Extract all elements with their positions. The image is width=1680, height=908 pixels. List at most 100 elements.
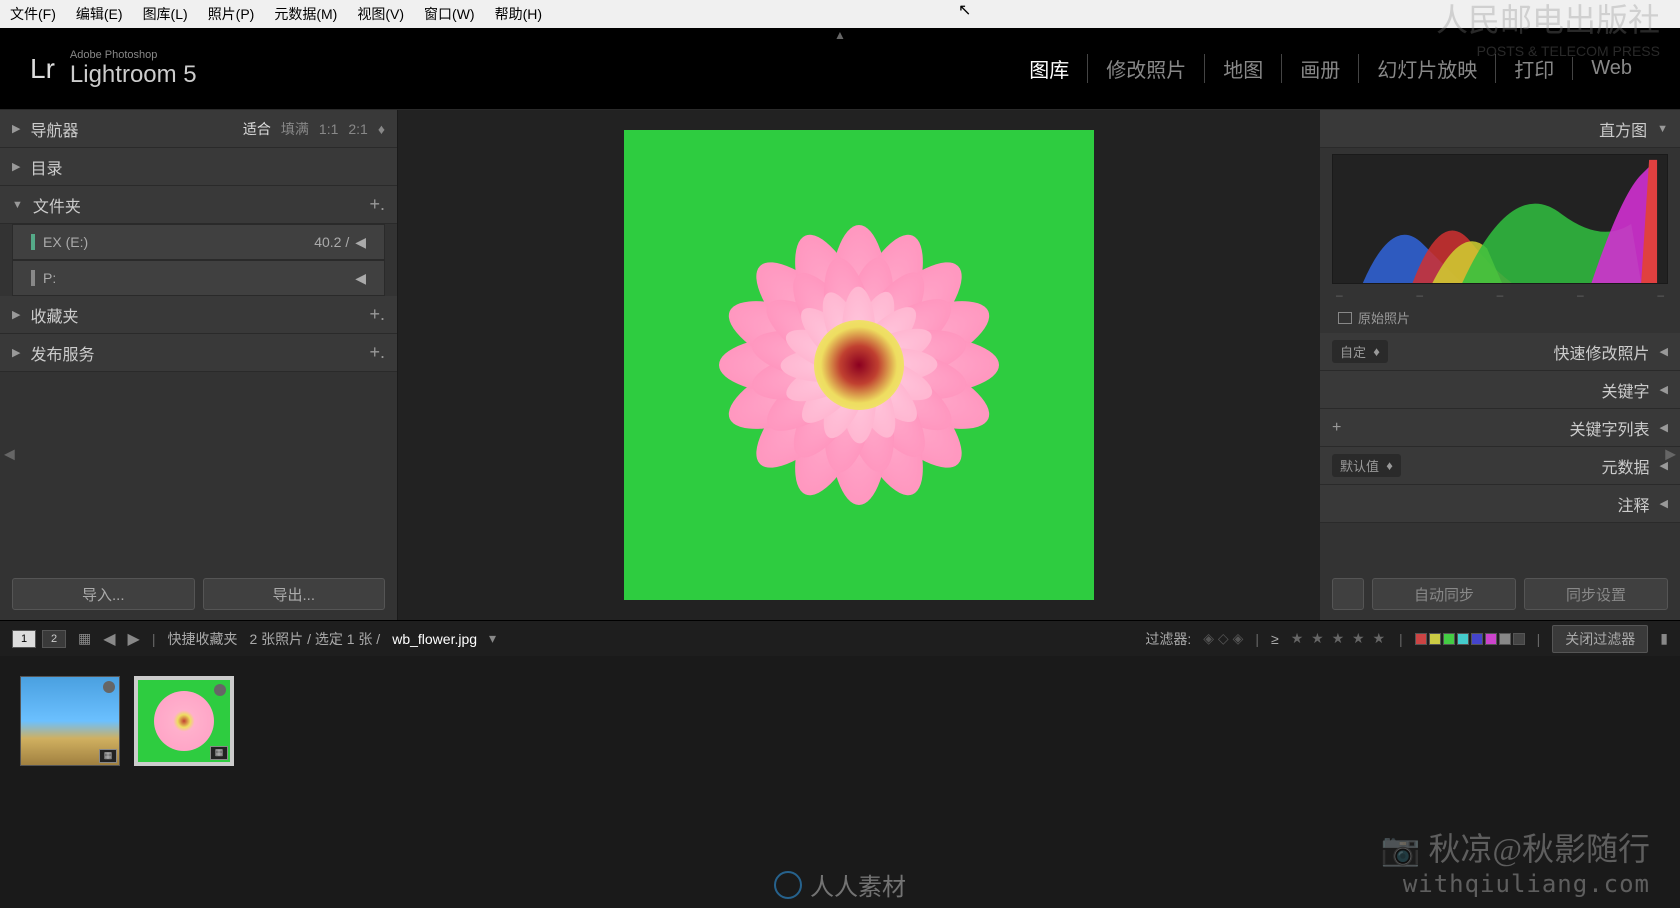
thumbnail-1[interactable]: ▦ — [20, 676, 120, 766]
syncsettings-button[interactable]: 同步设置 — [1524, 578, 1668, 610]
thumb-badge-icon: ▦ — [99, 749, 117, 763]
original-photo-label: 原始照片 — [1320, 302, 1680, 333]
histogram-panel[interactable]: 直方图 ▼ — [1320, 110, 1680, 148]
logo-brand: Adobe Photoshop — [70, 49, 197, 61]
module-print[interactable]: 打印 — [1495, 54, 1572, 83]
breadcrumb-file: wb_flower.jpg — [392, 631, 477, 647]
nav-2to1[interactable]: 2:1 — [348, 121, 367, 137]
identity-plate: ▲ Lr Adobe Photoshop Lightroom 5 图库 修改照片… — [0, 28, 1680, 110]
breadcrumb-count: 2 张照片 / 选定 1 张 / — [250, 629, 381, 649]
view-mode-2[interactable]: 2 — [42, 630, 66, 648]
autosync-button[interactable]: 自动同步 — [1372, 578, 1516, 610]
triangle-left-icon: ◀ — [1660, 383, 1668, 396]
breadcrumb-quick[interactable]: 快捷收藏夹 — [168, 629, 238, 649]
triangle-right-icon: ▶ — [12, 122, 20, 135]
watermark-source: 人人素材 — [774, 867, 906, 902]
collections-label: 收藏夹 — [30, 303, 78, 327]
filter-bar: 1 2 ▦ ◀ ▶ | 快捷收藏夹 2 张照片 / 选定 1 张 / wb_fl… — [0, 620, 1680, 656]
histogram-label: 直方图 — [1599, 117, 1647, 141]
drive-size: 40.2 / — [314, 234, 349, 250]
collections-panel[interactable]: ▶ 收藏夹 +. — [0, 296, 397, 334]
quickdev-dropdown[interactable]: 自定 ♦ — [1332, 340, 1388, 363]
module-web[interactable]: Web — [1572, 57, 1650, 80]
collapse-icon[interactable]: ◀ — [355, 270, 366, 287]
menu-window[interactable]: 窗口(W) — [424, 4, 475, 24]
folders-panel[interactable]: ▼ 文件夹 +. — [0, 186, 397, 224]
flag-filters[interactable]: ◈ ◇ ◈ — [1203, 630, 1243, 647]
folders-label: 文件夹 — [33, 193, 81, 217]
publish-panel[interactable]: ▶ 发布服务 +. — [0, 334, 397, 372]
drive-name: P: — [43, 270, 56, 286]
filter-lock-icon[interactable]: ▮ — [1660, 630, 1668, 647]
view-mode-1[interactable]: 1 — [12, 630, 36, 648]
filmstrip: ▦ ▦ — [0, 656, 1680, 786]
next-arrow-icon[interactable]: ▶ — [128, 629, 140, 649]
menu-view[interactable]: 视图(V) — [357, 4, 404, 24]
filter-label: 过滤器: — [1145, 629, 1191, 649]
add-publish-icon[interactable]: +. — [369, 342, 385, 363]
add-keyword-icon[interactable]: + — [1332, 419, 1341, 437]
filter-off-button[interactable]: 关闭过滤器 — [1552, 625, 1648, 653]
triangle-down-icon: ▼ — [1657, 123, 1668, 135]
loupe-view[interactable] — [398, 110, 1320, 620]
watermark-author: 📷 秋凉@秋影随行 withqiuliang.com — [1381, 824, 1650, 898]
metadata-dropdown[interactable]: 默认值 ♦ — [1332, 454, 1401, 477]
catalog-panel[interactable]: ▶ 目录 — [0, 148, 397, 186]
keyword-panel[interactable]: 关键字 ◀ — [1320, 371, 1680, 409]
metadata-panel[interactable]: 默认值 ♦ 元数据 ◀ — [1320, 447, 1680, 485]
menu-library[interactable]: 图库(L) — [143, 4, 188, 24]
menu-edit[interactable]: 编辑(E) — [76, 4, 123, 24]
add-collection-icon[interactable]: +. — [369, 304, 385, 325]
quickdev-label: 快速修改照片 — [1554, 340, 1650, 364]
nav-1to1[interactable]: 1:1 — [319, 121, 338, 137]
collapse-top-icon[interactable]: ▲ — [834, 28, 846, 42]
nav-more-icon[interactable]: ♦ — [378, 121, 385, 137]
nav-fit[interactable]: 适合 — [243, 119, 271, 139]
quickdev-panel[interactable]: 自定 ♦ 快速修改照片 ◀ — [1320, 333, 1680, 371]
expand-left-icon[interactable]: ◀ — [4, 446, 15, 463]
triangle-right-icon: ▶ — [12, 160, 20, 173]
module-library[interactable]: 图库 — [1011, 54, 1087, 83]
menu-metadata[interactable]: 元数据(M) — [274, 4, 337, 24]
thumb-badge-icon: ▦ — [210, 746, 228, 760]
triangle-right-icon: ▶ — [12, 346, 20, 359]
import-button[interactable]: 导入... — [12, 578, 195, 610]
navigator-panel[interactable]: ▶ 导航器 适合 填满 1:1 2:1 ♦ — [0, 110, 397, 148]
histogram-graph — [1332, 154, 1668, 284]
module-map[interactable]: 地图 — [1204, 54, 1281, 83]
keywordlist-panel[interactable]: + 关键字列表 ◀ — [1320, 409, 1680, 447]
drive-name: EX (E:) — [43, 234, 88, 250]
menu-help[interactable]: 帮助(H) — [495, 4, 542, 24]
right-panel: 直方图 ▼ ––––– 原始照片 自定 ♦ 快速修改照片 ◀ 关键字 ◀ + — [1320, 110, 1680, 620]
metadata-label: 元数据 — [1602, 454, 1650, 478]
triangle-down-icon: ▼ — [12, 199, 23, 211]
menu-photo[interactable]: 照片(P) — [208, 4, 255, 24]
color-filter[interactable] — [1415, 633, 1525, 645]
menu-file[interactable]: 文件(F) — [10, 4, 56, 24]
left-panel: ▶ 导航器 适合 填满 1:1 2:1 ♦ ▶ 目录 ▼ 文件夹 +. — [0, 110, 398, 620]
comment-panel[interactable]: 注释 ◀ — [1320, 485, 1680, 523]
collapse-icon[interactable]: ◀ — [355, 234, 366, 251]
drive-row-p[interactable]: P: ◀ — [12, 260, 385, 296]
logo-lr: Lr — [30, 53, 55, 85]
add-folder-icon[interactable]: +. — [369, 194, 385, 215]
rating-filter[interactable]: ★ ★ ★ ★ ★ — [1291, 630, 1387, 647]
rating-ge[interactable]: ≥ — [1271, 631, 1279, 647]
module-picker: 图库 修改照片 地图 画册 幻灯片放映 打印 Web — [1011, 54, 1650, 83]
module-book[interactable]: 画册 — [1281, 54, 1358, 83]
logo-product: Lightroom 5 — [70, 61, 197, 89]
expand-right-icon[interactable]: ▶ — [1665, 446, 1676, 463]
module-develop[interactable]: 修改照片 — [1087, 54, 1204, 83]
prev-arrow-icon[interactable]: ◀ — [103, 629, 115, 649]
export-button[interactable]: 导出... — [203, 578, 386, 610]
drive-row-ex[interactable]: EX (E:) 40.2 / ◀ — [12, 224, 385, 260]
thumb-status-icon — [214, 684, 226, 696]
thumbnail-2[interactable]: ▦ — [134, 676, 234, 766]
breadcrumb-dropdown-icon[interactable]: ▾ — [489, 630, 496, 647]
keyword-label: 关键字 — [1602, 378, 1650, 402]
triangle-left-icon: ◀ — [1660, 497, 1668, 510]
nav-fill[interactable]: 填满 — [281, 119, 309, 139]
sync-switch-icon[interactable] — [1332, 578, 1364, 610]
grid-icon[interactable]: ▦ — [78, 630, 91, 647]
module-slideshow[interactable]: 幻灯片放映 — [1358, 54, 1495, 83]
